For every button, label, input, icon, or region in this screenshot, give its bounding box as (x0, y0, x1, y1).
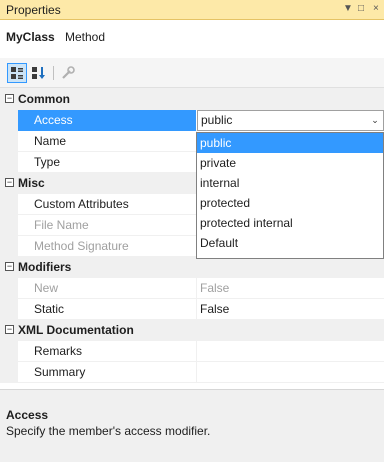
properties-toolbar (0, 58, 384, 88)
property-name: Summary (34, 365, 86, 379)
property-name: New (34, 281, 59, 295)
property-name: Access (34, 113, 73, 127)
property-row-remarks[interactable]: Remarks (0, 341, 384, 362)
description-text: Specify the member's access modifier. (6, 424, 211, 438)
collapse-icon[interactable]: − (5, 325, 14, 334)
dropdown-option-protected-internal[interactable]: protected internal (197, 213, 383, 233)
property-row-static[interactable]: Static False (0, 299, 384, 320)
category-label: Modifiers (18, 260, 72, 274)
property-name: Remarks (34, 344, 83, 358)
collapse-icon[interactable]: − (5, 94, 14, 103)
property-value: False (200, 281, 230, 295)
object-selector[interactable]: MyClass Method (0, 20, 384, 58)
alphabetical-button[interactable] (29, 63, 49, 83)
dropdown-option-public[interactable]: public (197, 133, 383, 153)
category-modifiers[interactable]: − Modifiers (0, 257, 384, 278)
property-value: public (201, 113, 233, 127)
description-title: Access (6, 408, 49, 422)
category-xml-documentation[interactable]: − XML Documentation (0, 320, 384, 341)
dropdown-option-default[interactable]: Default (197, 233, 383, 253)
access-dropdown-list: public private internal protected protec… (196, 132, 384, 259)
chevron-down-icon[interactable]: ⌄ (367, 111, 383, 130)
access-value-editor[interactable]: public ⌄ (197, 110, 384, 131)
property-name: Name (34, 134, 67, 148)
alphabetical-icon (32, 67, 45, 79)
category-label: XML Documentation (18, 323, 134, 337)
collapse-icon[interactable]: − (5, 178, 14, 187)
categorized-button[interactable] (7, 63, 27, 83)
property-name: Custom Attributes (34, 197, 129, 211)
property-name: Type (34, 155, 61, 169)
properties-titlebar: Properties ▼ □ × (0, 0, 384, 20)
close-icon[interactable]: × (373, 3, 379, 14)
window-menu-icon[interactable]: ▼ (343, 3, 353, 14)
dropdown-option-private[interactable]: private (197, 153, 383, 173)
property-name: File Name (34, 218, 89, 232)
property-pages-button[interactable] (58, 63, 78, 83)
category-label: Misc (18, 176, 45, 190)
property-pages-icon (62, 66, 75, 79)
categorized-icon (11, 67, 23, 79)
window-title: Properties (6, 3, 61, 17)
dropdown-option-internal[interactable]: internal (197, 173, 383, 193)
description-pane: Access Specify the member's access modif… (0, 389, 384, 462)
property-name: Method Signature (34, 239, 129, 253)
property-value[interactable]: False (200, 302, 229, 316)
toolbar-separator (53, 66, 54, 80)
dropdown-option-protected[interactable]: protected (197, 193, 383, 213)
property-row-access[interactable]: Access public ⌄ (0, 110, 384, 131)
property-row-new[interactable]: New False (0, 278, 384, 299)
category-label: Common (18, 92, 70, 106)
property-row-summary[interactable]: Summary (0, 362, 384, 383)
float-icon[interactable]: □ (358, 3, 364, 14)
category-common[interactable]: − Common (0, 89, 384, 110)
collapse-icon[interactable]: − (5, 262, 14, 271)
object-type: Method (65, 30, 106, 44)
object-name: MyClass (6, 30, 55, 44)
property-name: Static (34, 302, 65, 316)
